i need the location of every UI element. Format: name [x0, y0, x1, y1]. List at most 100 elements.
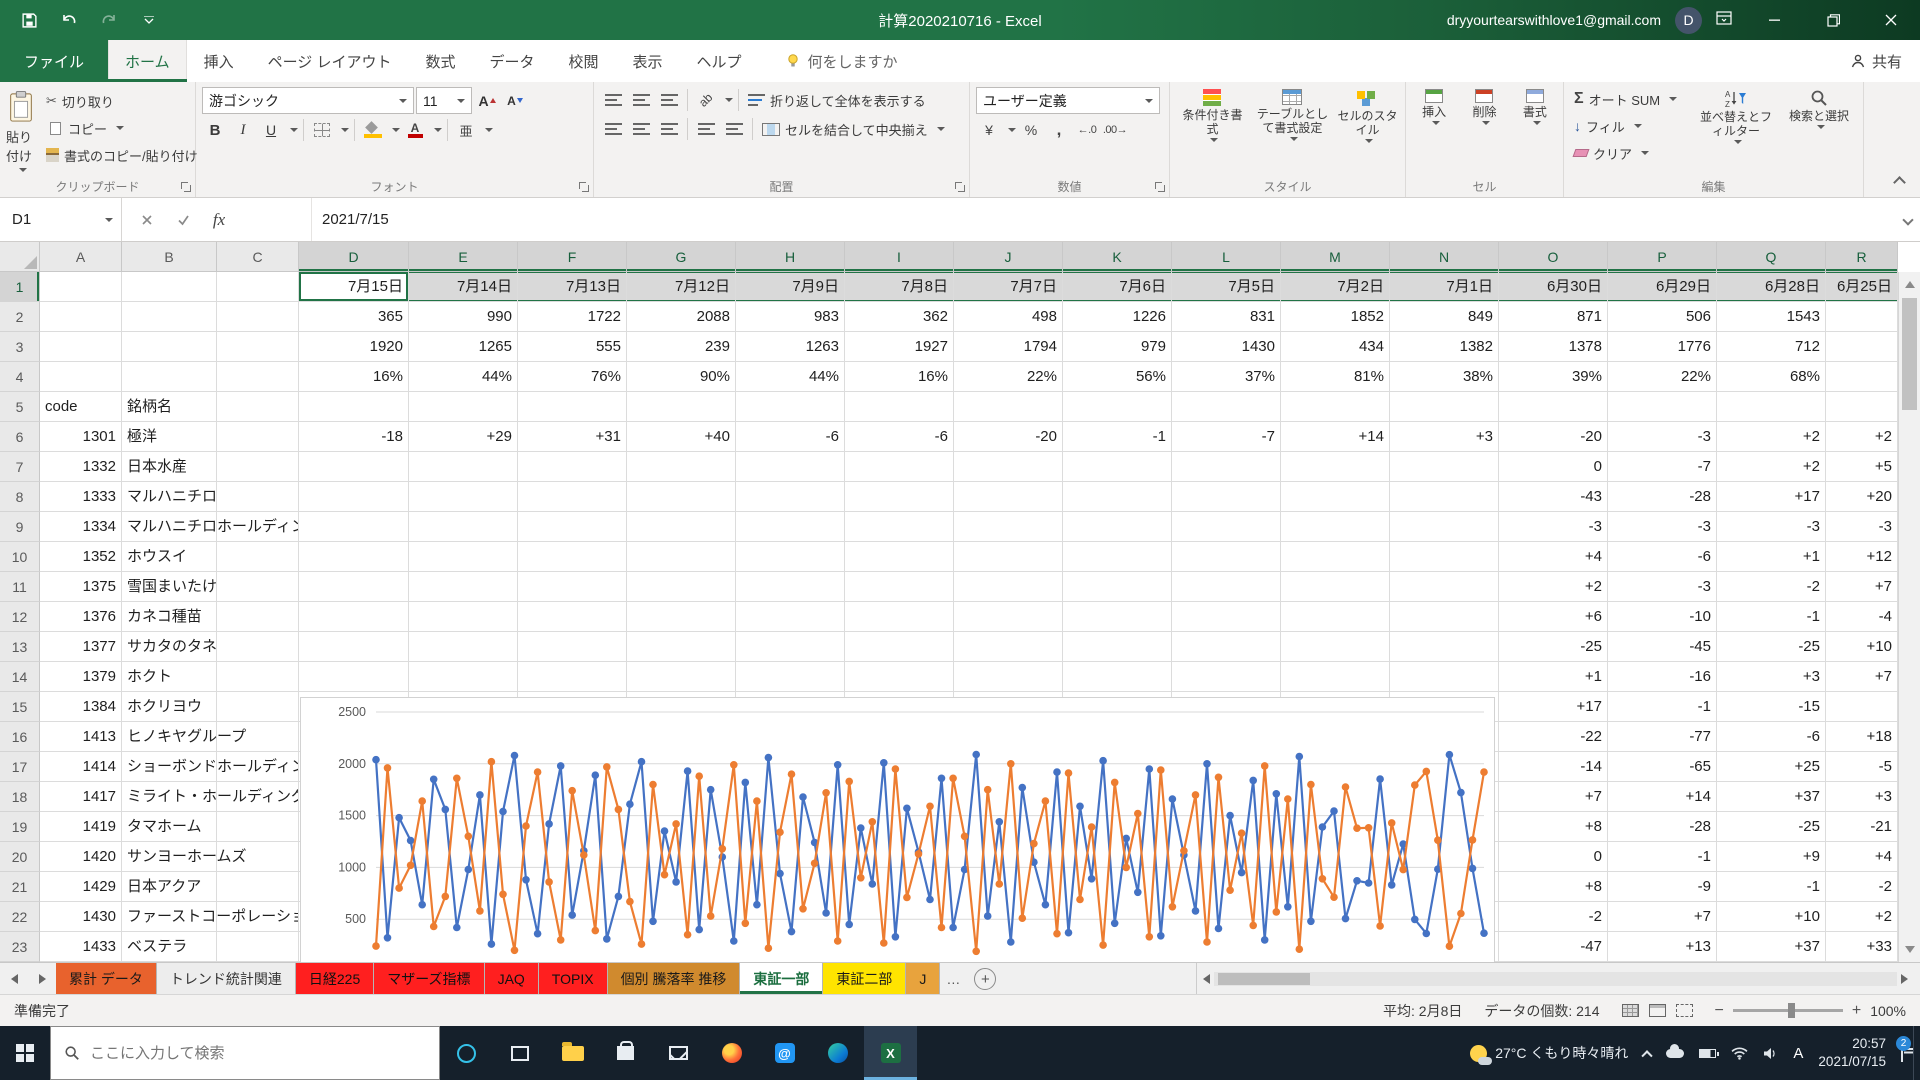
- cell-D9[interactable]: [299, 512, 409, 542]
- cell-O15[interactable]: +17: [1499, 692, 1608, 722]
- underline-button[interactable]: U: [258, 117, 284, 143]
- cell-K10[interactable]: [1063, 542, 1172, 572]
- cell-N1[interactable]: 7月1日: [1390, 272, 1499, 302]
- save-button[interactable]: [16, 7, 42, 33]
- cell-D6[interactable]: -18: [299, 422, 409, 452]
- column-header-P[interactable]: P: [1608, 242, 1717, 272]
- row-header-9[interactable]: 9: [0, 512, 40, 542]
- cell-R3[interactable]: [1826, 332, 1898, 362]
- cell-B7[interactable]: 日本水産: [122, 452, 217, 482]
- cell-H3[interactable]: 1263: [736, 332, 845, 362]
- cell-P16[interactable]: -77: [1608, 722, 1717, 752]
- cell-N13[interactable]: [1390, 632, 1499, 662]
- cell-O1[interactable]: 6月30日: [1499, 272, 1608, 302]
- cell-O12[interactable]: +6: [1499, 602, 1608, 632]
- cell-K2[interactable]: 1226: [1063, 302, 1172, 332]
- percent-style-button[interactable]: %: [1018, 117, 1044, 143]
- cell-Q2[interactable]: 1543: [1717, 302, 1826, 332]
- cell-B21[interactable]: 日本アクア: [122, 872, 217, 902]
- column-header-D[interactable]: D: [299, 242, 409, 272]
- cell-N14[interactable]: [1390, 662, 1499, 692]
- cell-P5[interactable]: [1608, 392, 1717, 422]
- cell-A1[interactable]: [40, 272, 122, 302]
- cell-H7[interactable]: [736, 452, 845, 482]
- cell-J11[interactable]: [954, 572, 1063, 602]
- cell-O3[interactable]: 1378: [1499, 332, 1608, 362]
- format-as-table-button[interactable]: テーブルとして書式設定: [1255, 87, 1330, 175]
- wrap-text-button[interactable]: 折り返して全体を表示する: [744, 88, 930, 112]
- cell-P14[interactable]: -16: [1608, 662, 1717, 692]
- cell-N8[interactable]: [1390, 482, 1499, 512]
- column-header-O[interactable]: O: [1499, 242, 1608, 272]
- ribbon-tab-挿入[interactable]: 挿入: [187, 40, 251, 82]
- cell-A6[interactable]: 1301: [40, 422, 122, 452]
- cell-C1[interactable]: [217, 272, 299, 302]
- align-bottom-button[interactable]: [656, 87, 682, 113]
- cell-G3[interactable]: 239: [627, 332, 736, 362]
- align-middle-button[interactable]: [628, 87, 654, 113]
- cell-O7[interactable]: 0: [1499, 452, 1608, 482]
- cell-C3[interactable]: [217, 332, 299, 362]
- speaker-icon[interactable]: [1763, 1047, 1778, 1060]
- cell-K7[interactable]: [1063, 452, 1172, 482]
- cell-F4[interactable]: 76%: [518, 362, 627, 392]
- cell-H4[interactable]: 44%: [736, 362, 845, 392]
- cell-K11[interactable]: [1063, 572, 1172, 602]
- row-header-15[interactable]: 15: [0, 692, 40, 722]
- cell-D3[interactable]: 1920: [299, 332, 409, 362]
- cell-F9[interactable]: [518, 512, 627, 542]
- orientation-button[interactable]: ab: [693, 87, 719, 113]
- cell-R20[interactable]: +4: [1826, 842, 1898, 872]
- taskbar-app-explorer[interactable]: [546, 1026, 599, 1080]
- cell-B2[interactable]: [122, 302, 217, 332]
- cell-B3[interactable]: [122, 332, 217, 362]
- cell-N11[interactable]: [1390, 572, 1499, 602]
- cell-O23[interactable]: -47: [1499, 932, 1608, 962]
- close-button[interactable]: [1862, 0, 1920, 40]
- row-header-2[interactable]: 2: [0, 302, 40, 332]
- cell-Q14[interactable]: +3: [1717, 662, 1826, 692]
- cell-E10[interactable]: [409, 542, 518, 572]
- vertical-scroll-thumb[interactable]: [1902, 298, 1917, 410]
- delete-cells-button[interactable]: 削除: [1462, 87, 1506, 175]
- row-header-16[interactable]: 16: [0, 722, 40, 752]
- cell-P11[interactable]: -3: [1608, 572, 1717, 602]
- cell-R10[interactable]: +12: [1826, 542, 1898, 572]
- cell-B15[interactable]: ホクリヨウ: [122, 692, 217, 722]
- cell-I12[interactable]: [845, 602, 954, 632]
- row-header-23[interactable]: 23: [0, 932, 40, 962]
- cell-K5[interactable]: [1063, 392, 1172, 422]
- horizontal-scrollbar[interactable]: [1196, 963, 1914, 994]
- cell-E13[interactable]: [409, 632, 518, 662]
- action-center-button[interactable]: 2: [1901, 1045, 1903, 1061]
- cell-O22[interactable]: -2: [1499, 902, 1608, 932]
- cell-Q7[interactable]: +2: [1717, 452, 1826, 482]
- taskbar-app-mail[interactable]: [652, 1026, 705, 1080]
- cell-P7[interactable]: -7: [1608, 452, 1717, 482]
- cell-Q8[interactable]: +17: [1717, 482, 1826, 512]
- cell-N7[interactable]: [1390, 452, 1499, 482]
- battery-icon[interactable]: [1699, 1049, 1716, 1058]
- copy-button[interactable]: コピー: [42, 116, 202, 140]
- cell-H6[interactable]: -6: [736, 422, 845, 452]
- cell-P4[interactable]: 22%: [1608, 362, 1717, 392]
- cell-Q3[interactable]: 712: [1717, 332, 1826, 362]
- currency-format-button[interactable]: ¥: [976, 117, 1002, 143]
- cell-O19[interactable]: +8: [1499, 812, 1608, 842]
- cell-A8[interactable]: 1333: [40, 482, 122, 512]
- cell-I14[interactable]: [845, 662, 954, 692]
- cell-O6[interactable]: -20: [1499, 422, 1608, 452]
- cell-P1[interactable]: 6月29日: [1608, 272, 1717, 302]
- cell-J5[interactable]: [954, 392, 1063, 422]
- cell-Q23[interactable]: +37: [1717, 932, 1826, 962]
- cell-P21[interactable]: -9: [1608, 872, 1717, 902]
- row-header-20[interactable]: 20: [0, 842, 40, 872]
- cell-O9[interactable]: -3: [1499, 512, 1608, 542]
- cell-G2[interactable]: 2088: [627, 302, 736, 332]
- cell-F14[interactable]: [518, 662, 627, 692]
- sheet-tab-東証一部[interactable]: 東証一部: [740, 963, 823, 994]
- fill-button[interactable]: ↓フィル: [1570, 114, 1688, 138]
- tell-me-search[interactable]: 何をしますか: [785, 40, 898, 82]
- cell-J3[interactable]: 1794: [954, 332, 1063, 362]
- increase-decimal-button[interactable]: ←.0: [1074, 117, 1100, 143]
